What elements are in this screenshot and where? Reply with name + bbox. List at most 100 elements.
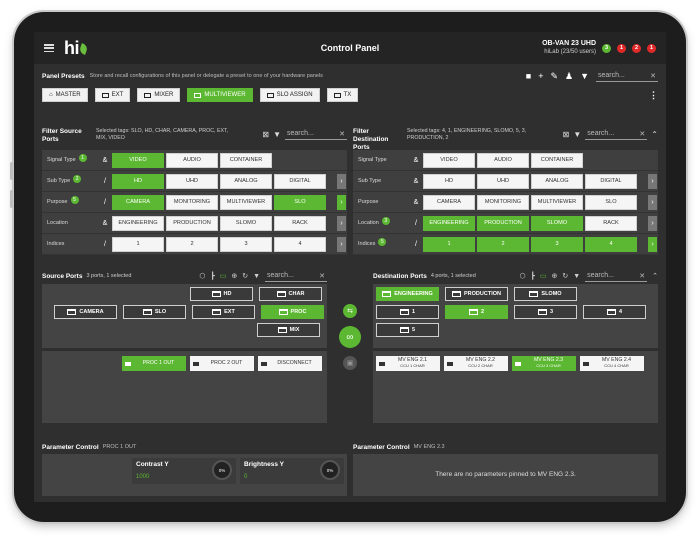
filter-icon[interactable]: ▼ xyxy=(253,273,260,280)
filter-icon[interactable]: ▼ xyxy=(573,130,581,139)
chevron-right-icon[interactable]: › xyxy=(337,173,346,189)
filter-chip[interactable]: ANALOG xyxy=(531,173,583,189)
port-tag-button[interactable]: PROC xyxy=(261,305,324,319)
filter-chip[interactable]: SLO xyxy=(274,194,326,210)
filter-chip[interactable]: MONITORING xyxy=(166,194,218,210)
filter-chip[interactable]: CAMERA xyxy=(423,194,475,210)
filter-chip[interactable]: CONTAINER xyxy=(220,152,272,168)
filter-chip[interactable]: ENGINEERING xyxy=(112,215,164,231)
route-icon[interactable]: ⇆ xyxy=(343,304,357,318)
alert-icon[interactable]: 2 xyxy=(632,43,641,53)
filter-destination-search[interactable]: search... ✕ xyxy=(585,128,648,140)
filter-chip[interactable]: MULTIVIEWER xyxy=(220,194,272,210)
port-tag-button[interactable]: 1 xyxy=(376,305,439,319)
contrast-knob[interactable]: Contrast Y 1000 0% xyxy=(132,458,236,484)
refresh-icon[interactable]: ↻ xyxy=(242,272,248,280)
filter-chip[interactable]: 3 xyxy=(220,236,272,252)
filter-chip[interactable]: PRODUCTION xyxy=(166,215,218,231)
preset-search-input[interactable]: search... ✕ xyxy=(596,70,658,82)
refresh-icon[interactable]: ↻ xyxy=(562,272,568,280)
alert-icon[interactable]: 1 xyxy=(647,43,656,53)
port-tag-button[interactable]: PRODUCTION xyxy=(445,287,508,301)
filter-operator[interactable]: & xyxy=(409,199,423,206)
collapse-icon[interactable]: ⌃ xyxy=(652,272,658,280)
output-port-button[interactable]: PROC 1 OUT xyxy=(122,356,186,371)
preset-tx-button[interactable]: TX xyxy=(326,88,359,102)
filter-chip[interactable]: VIDEO xyxy=(423,152,475,168)
preset-master-button[interactable]: ⌂ MASTER xyxy=(42,88,88,102)
filter-chip[interactable]: RACK xyxy=(274,215,326,231)
chevron-right-icon[interactable]: › xyxy=(648,236,657,252)
port-tag-button[interactable]: SLO xyxy=(123,305,186,319)
filter-chip[interactable]: HD xyxy=(423,173,475,189)
filter-operator[interactable]: & xyxy=(409,178,423,185)
filter-chip[interactable]: CAMERA xyxy=(112,194,164,210)
filter-chip[interactable]: DIGITAL xyxy=(274,173,326,189)
filter-chip[interactable]: CONTAINER xyxy=(531,152,583,168)
preset-mixer-button[interactable]: MIXER xyxy=(137,88,181,102)
filter-operator[interactable]: / xyxy=(98,178,112,185)
filter-chip[interactable]: 1 xyxy=(423,236,475,252)
filter-chip[interactable]: UHD xyxy=(477,173,529,189)
source-ports-search[interactable]: search... ✕ xyxy=(265,270,327,282)
filter-operator[interactable]: / xyxy=(98,241,112,248)
port-tag-button[interactable]: CHAR xyxy=(259,287,322,301)
filter-operator[interactable]: / xyxy=(409,220,423,227)
filter-chip[interactable]: VIDEO xyxy=(112,152,164,168)
filter-chip[interactable]: ENGINEERING xyxy=(423,215,475,231)
filter-operator[interactable]: / xyxy=(98,199,112,206)
port-tag-button[interactable]: 4 xyxy=(583,305,646,319)
alert-icon[interactable]: 1 xyxy=(617,43,626,53)
port-tag-button[interactable]: SLOMO xyxy=(514,287,577,301)
filter-chip[interactable]: SLOMO xyxy=(220,215,272,231)
port-tag-button[interactable]: CAMERA xyxy=(54,305,117,319)
port-tag-button[interactable]: MIX xyxy=(257,323,320,337)
folder-icon[interactable]: ▭ xyxy=(540,272,547,280)
clear-filter-icon[interactable]: ⊠ xyxy=(563,130,570,139)
add-icon[interactable]: + xyxy=(538,71,543,81)
filter-icon[interactable]: ▼ xyxy=(273,130,281,139)
gamepad-icon[interactable]: ⊕ xyxy=(231,272,237,280)
preset-slo-assign-button[interactable]: SLO ASSIGN xyxy=(259,88,320,102)
folder-icon[interactable]: ▭ xyxy=(220,272,227,280)
tree-icon[interactable]: ┣ xyxy=(210,272,214,280)
tree-icon[interactable]: ┣ xyxy=(531,272,535,280)
port-tag-button[interactable]: 3 xyxy=(514,305,577,319)
link-icon[interactable]: ∞ xyxy=(339,326,361,348)
filter-chip[interactable]: 1 xyxy=(112,236,164,252)
filter-operator[interactable]: & xyxy=(98,157,112,164)
hamburger-menu-icon[interactable] xyxy=(44,44,54,52)
filter-chip[interactable]: 4 xyxy=(274,236,326,252)
user-settings-icon[interactable]: ♟ xyxy=(565,71,573,82)
filter-operator[interactable]: / xyxy=(409,241,423,248)
collapse-icon[interactable]: ⌃ xyxy=(651,130,658,139)
filter-chip[interactable]: 2 xyxy=(166,236,218,252)
chevron-right-icon[interactable]: › xyxy=(337,215,346,231)
chevron-right-icon[interactable]: › xyxy=(337,236,346,252)
chevron-right-icon[interactable]: › xyxy=(337,194,346,210)
port-tag-button[interactable]: ENGINEERING xyxy=(376,287,439,301)
filter-chip[interactable]: SLO xyxy=(585,194,637,210)
preset-multiviewer-button[interactable]: MULTIVIEWER xyxy=(187,88,253,102)
brightness-knob[interactable]: Brightness Y 0 0% xyxy=(240,458,344,484)
filter-chip[interactable]: PRODUCTION xyxy=(477,215,529,231)
filter-chip[interactable]: UHD xyxy=(166,173,218,189)
save-icon[interactable]: ■ xyxy=(526,71,531,81)
status-ok-icon[interactable]: 3 xyxy=(602,43,611,53)
edit-icon[interactable]: ✎ xyxy=(550,71,558,82)
filter-operator[interactable]: & xyxy=(98,220,112,227)
filter-chip[interactable]: RACK xyxy=(585,215,637,231)
filter-chip[interactable]: 4 xyxy=(585,236,637,252)
output-port-button[interactable]: MV ENG 2.1 CCU 1 CHAR xyxy=(376,356,440,371)
filter-chip[interactable]: MULTIVIEWER xyxy=(531,194,583,210)
clear-filter-icon[interactable]: ⊠ xyxy=(262,130,269,139)
destination-ports-search[interactable]: search... ✕ xyxy=(585,270,648,282)
filter-chip[interactable]: DIGITAL xyxy=(585,173,637,189)
port-tag-button[interactable]: 5 xyxy=(376,323,439,337)
filter-icon[interactable]: ▼ xyxy=(580,71,589,81)
chevron-right-icon[interactable]: › xyxy=(648,194,657,210)
filter-operator[interactable]: & xyxy=(409,157,423,164)
filter-chip[interactable]: MONITORING xyxy=(477,194,529,210)
filter-chip[interactable]: AUDIO xyxy=(166,152,218,168)
port-tag-button[interactable]: 2 xyxy=(445,305,508,319)
